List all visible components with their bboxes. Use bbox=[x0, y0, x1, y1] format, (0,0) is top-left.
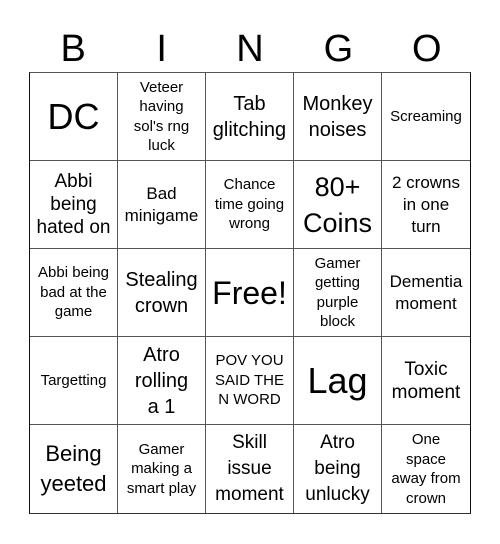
cell-text: Screaming bbox=[390, 107, 462, 125]
bingo-cell[interactable]: Tab glitching bbox=[206, 73, 294, 161]
bingo-card: DC Veteer having sol's rng luck Tab glit… bbox=[29, 72, 471, 514]
bingo-cell[interactable]: POV YOU SAID THE N WORD bbox=[206, 337, 294, 425]
bingo-cell[interactable]: Dementia moment bbox=[382, 249, 470, 337]
cell-text: Monkey noises bbox=[302, 92, 373, 141]
cell-text: 80+ Coins bbox=[302, 171, 373, 238]
bingo-cell[interactable]: Screaming bbox=[382, 73, 470, 161]
cell-text: Atro rolling a 1 bbox=[134, 343, 189, 418]
cell-text: Atro being unlucky bbox=[305, 432, 370, 505]
cell-text: Being yeeted bbox=[40, 441, 107, 496]
cell-text: Tab glitching bbox=[212, 92, 287, 141]
bingo-cell[interactable]: Gamer making a smart play bbox=[118, 425, 206, 513]
cell-text: Toxic moment bbox=[391, 358, 461, 403]
cell-text: Free! bbox=[212, 274, 287, 311]
bingo-cell[interactable]: Chance time going wrong bbox=[206, 161, 294, 249]
cell-text: Gamer getting purple block bbox=[314, 254, 361, 331]
cell-text: Dementia moment bbox=[389, 271, 463, 313]
bingo-cell[interactable]: Being yeeted bbox=[30, 425, 118, 513]
header-letter-n: N bbox=[236, 28, 264, 70]
cell-text: Gamer making a smart play bbox=[126, 440, 197, 497]
bingo-header: B I N G O bbox=[29, 26, 471, 72]
cell-text: One space away from crown bbox=[391, 431, 461, 507]
bingo-cell[interactable]: Veteer having sol's rng luck bbox=[118, 73, 206, 161]
cell-text: Abbi being bad at the game bbox=[38, 264, 109, 321]
header-letter-i: I bbox=[156, 28, 167, 70]
header-letter-o: O bbox=[412, 28, 442, 70]
bingo-cell[interactable]: Monkey noises bbox=[294, 73, 382, 161]
cell-text: Bad minigame bbox=[124, 183, 199, 225]
free-space[interactable]: Free! bbox=[206, 249, 294, 337]
cell-text: POV YOU SAID THE N WORD bbox=[215, 352, 284, 409]
bingo-cell[interactable]: 2 crowns in one turn bbox=[382, 161, 470, 249]
bingo-cell[interactable]: Skill issue moment bbox=[206, 425, 294, 513]
bingo-cell[interactable]: 80+ Coins bbox=[294, 161, 382, 249]
bingo-cell[interactable]: Atro being unlucky bbox=[294, 425, 382, 513]
cell-text: Chance time going wrong bbox=[214, 176, 285, 233]
bingo-cell[interactable]: One space away from crown bbox=[382, 425, 470, 513]
bingo-cell[interactable]: Lag bbox=[294, 337, 382, 425]
bingo-cell[interactable]: Bad minigame bbox=[118, 161, 206, 249]
cell-text: Skill issue moment bbox=[215, 432, 284, 505]
cell-text: Veteer having sol's rng luck bbox=[133, 78, 190, 155]
bingo-cell[interactable]: DC bbox=[30, 73, 118, 161]
bingo-cell[interactable]: Targetting bbox=[30, 337, 118, 425]
bingo-cell[interactable]: Stealing crown bbox=[118, 249, 206, 337]
bingo-cell[interactable]: Abbi being hated on bbox=[30, 161, 118, 249]
bingo-cell[interactable]: Toxic moment bbox=[382, 337, 470, 425]
header-letter-g: G bbox=[323, 28, 354, 70]
cell-text: DC bbox=[47, 95, 100, 137]
bingo-cell[interactable]: Abbi being bad at the game bbox=[30, 249, 118, 337]
cell-text: Abbi being hated on bbox=[36, 171, 111, 238]
cell-text: Targetting bbox=[40, 371, 107, 389]
cell-text: 2 crowns in one turn bbox=[391, 172, 461, 236]
bingo-cell[interactable]: Atro rolling a 1 bbox=[118, 337, 206, 425]
header-letter-b: B bbox=[60, 28, 86, 70]
bingo-cell[interactable]: Gamer getting purple block bbox=[294, 249, 382, 337]
cell-text: Stealing crown bbox=[125, 268, 198, 317]
cell-text: Lag bbox=[307, 359, 368, 401]
